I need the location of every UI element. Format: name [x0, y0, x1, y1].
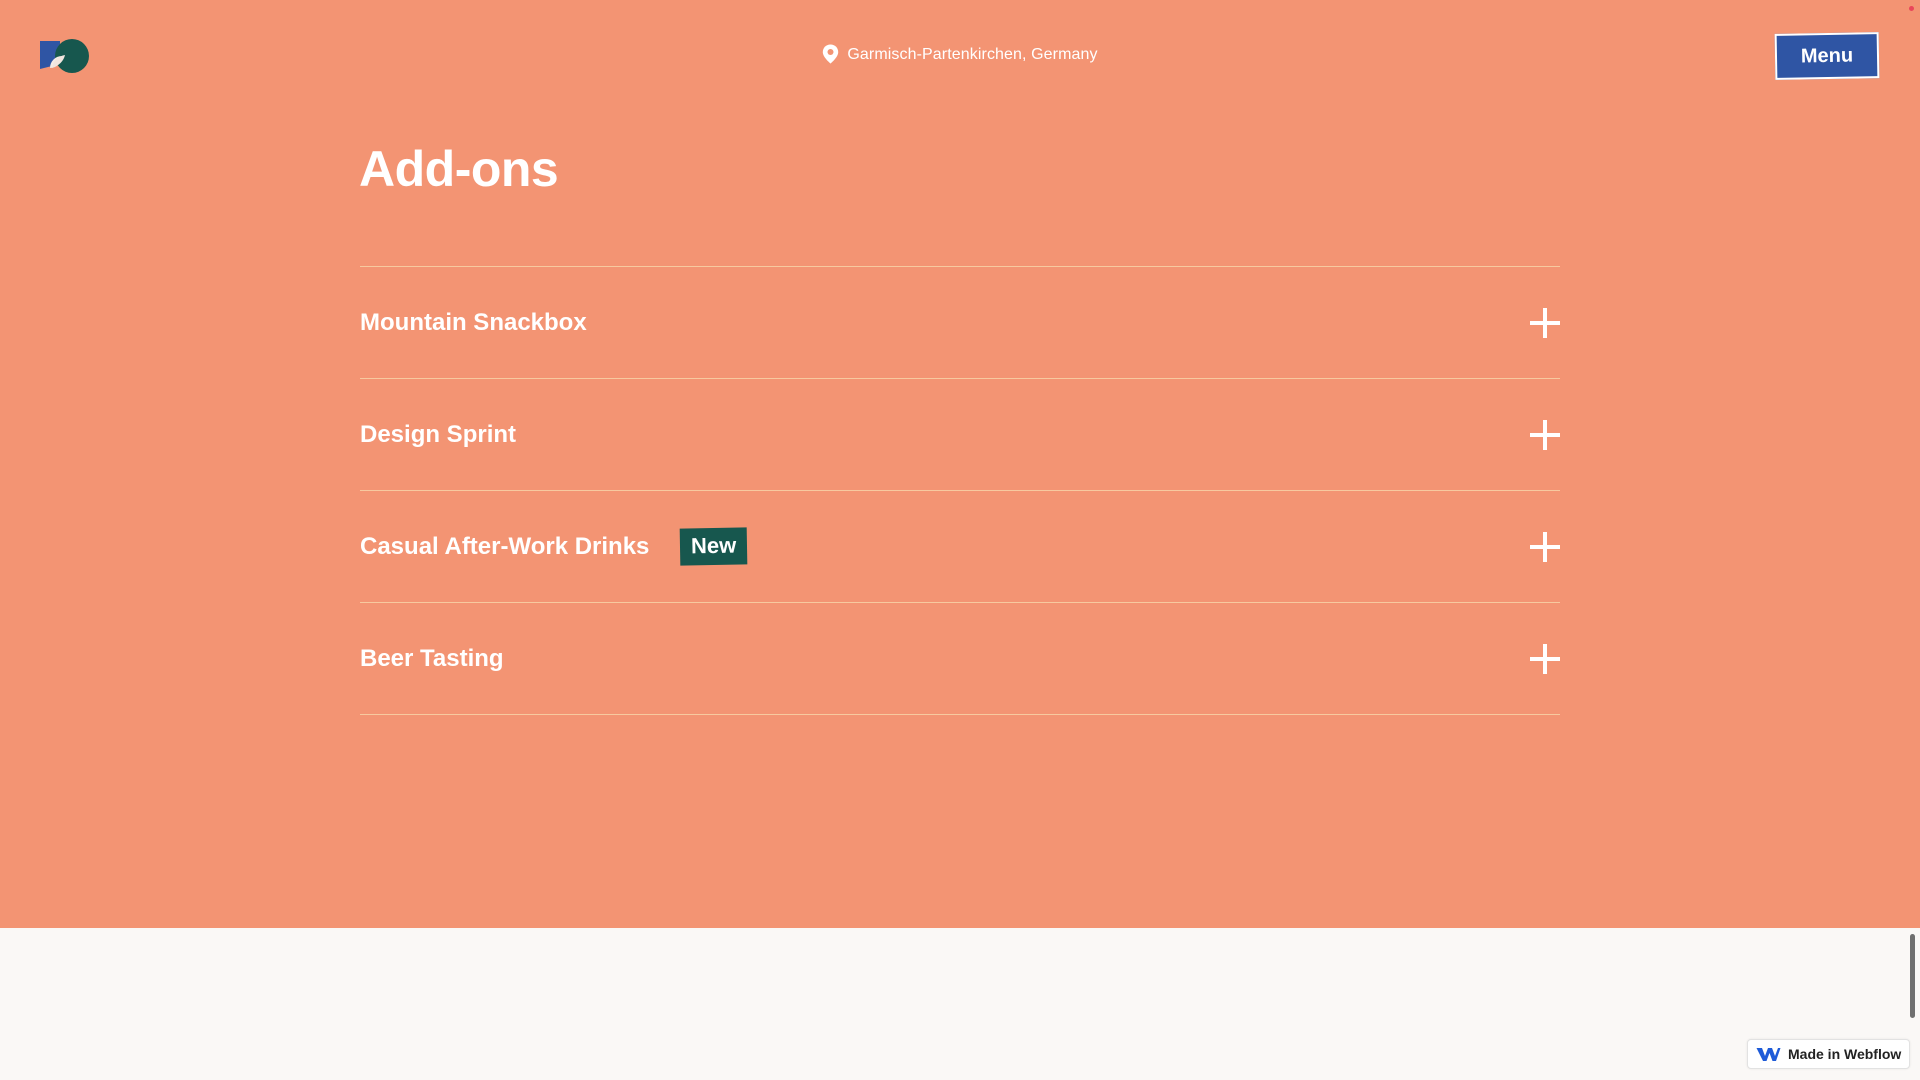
addon-label: Beer Tasting — [360, 644, 504, 672]
addon-title-group: Mountain Snackbox — [360, 309, 587, 337]
addon-item-casual-after-work-drinks[interactable]: Casual After-Work Drinks New — [360, 491, 1560, 603]
addon-accordion: Mountain Snackbox Design Sprint Casual A… — [360, 266, 1560, 715]
webflow-badge-text: Made in Webflow — [1788, 1046, 1902, 1062]
location-indicator: Garmisch-Partenkirchen, Germany — [0, 44, 1920, 64]
scrollbar-thumb[interactable] — [1910, 934, 1915, 1018]
made-in-webflow-badge[interactable]: Made in Webflow — [1747, 1039, 1911, 1069]
plus-icon[interactable] — [1530, 419, 1560, 450]
addon-title-group: Beer Tasting — [360, 645, 504, 673]
location-text: Garmisch-Partenkirchen, Germany — [847, 46, 1098, 63]
addon-item-mountain-snackbox[interactable]: Mountain Snackbox — [360, 267, 1560, 379]
addon-item-design-sprint[interactable]: Design Sprint — [360, 379, 1560, 491]
plus-icon[interactable] — [1530, 307, 1560, 338]
plus-icon[interactable] — [1530, 643, 1560, 674]
new-badge: New — [680, 527, 748, 566]
webflow-icon — [1756, 1048, 1781, 1061]
plus-icon[interactable] — [1530, 531, 1560, 562]
hero-section: Garmisch-Partenkirchen, Germany Menu Add… — [0, 0, 1920, 928]
page-title: Add-ons — [359, 141, 559, 197]
menu-button[interactable]: Menu — [1774, 32, 1880, 80]
addon-label: Mountain Snackbox — [360, 308, 587, 336]
addon-label: Casual After-Work Drinks — [360, 532, 650, 560]
addon-title-group: Casual After-Work Drinks New — [360, 527, 748, 566]
corner-dot — [1909, 6, 1914, 11]
location-pin-icon — [823, 44, 839, 64]
addon-title-group: Design Sprint — [360, 421, 516, 449]
addon-item-beer-tasting[interactable]: Beer Tasting — [360, 603, 1560, 715]
addon-label: Design Sprint — [360, 420, 517, 448]
